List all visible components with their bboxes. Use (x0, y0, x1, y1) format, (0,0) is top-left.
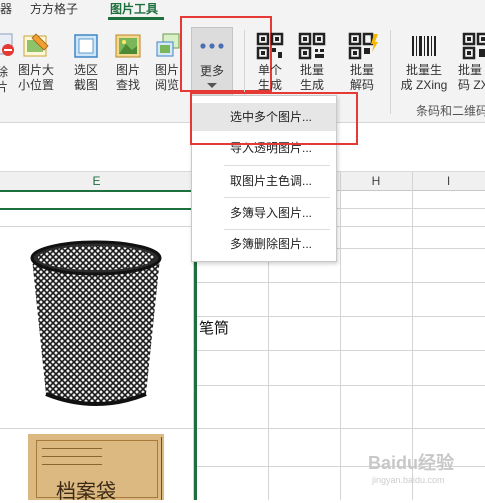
barcode-zxing-label-top: 批量生 (405, 63, 442, 77)
tab-fangfang[interactable]: 方方格子 (30, 1, 78, 17)
column-header-e[interactable]: E (0, 172, 193, 192)
selection-border-top (0, 208, 193, 210)
menu-separator (224, 197, 330, 198)
picture-find-label-bottom: 查找 (115, 78, 140, 92)
tab-picture-tools[interactable]: 图片工具 (110, 1, 158, 17)
grid-line (340, 172, 341, 500)
picture-find-label-top: 图片 (115, 63, 140, 77)
image-resize-handle[interactable] (161, 437, 162, 500)
grid-line (193, 316, 485, 317)
menu-item-multi-workbook-delete[interactable]: 多簿删除图片... (192, 230, 336, 258)
menu-item-picture-main-color[interactable]: 取图片主色调... (192, 167, 336, 195)
picture-edit-icon (23, 33, 49, 57)
barcode-zxing-label-bottom: 成 ZXing (400, 78, 448, 92)
column-header-e-label: E (92, 174, 101, 188)
barcode-group-label: 条码和二维码 (416, 104, 485, 118)
area-screenshot-label-bottom: 截图 (73, 78, 98, 92)
menu-item-highlight (190, 92, 358, 145)
file-bag-line (42, 448, 102, 449)
qr-zxing-label-bottom: 码 ZX (458, 78, 485, 92)
picture-size-position-button[interactable]: 图片大 小位置 (14, 30, 58, 96)
qr-batch-label-top: 批量 (299, 63, 324, 77)
grid-line (193, 385, 485, 386)
picture-browse-label-bottom: 阅览 (154, 78, 179, 92)
delete-picture-label-bottom: 片 (0, 80, 8, 94)
file-bag-line (42, 464, 102, 465)
grid-line (193, 282, 485, 283)
qr-batch-decode-button[interactable]: 批量 解码 (344, 30, 380, 96)
screenshot-icon (74, 34, 98, 58)
area-screenshot-button[interactable]: 选区 截图 (68, 30, 104, 96)
area-screenshot-label-top: 选区 (73, 63, 98, 77)
qr-decode-label-bottom: 解码 (349, 78, 374, 92)
cell-text-pen-holder: 笔筒 (199, 320, 230, 337)
column-header-h[interactable]: H (340, 172, 412, 191)
picture-size-label-top: 图片大 (17, 63, 54, 77)
qr-batch-label-bottom: 生成 (299, 78, 324, 92)
pen-holder-picture (30, 240, 162, 406)
selection-border-right (194, 226, 197, 500)
baidu-watermark: Baidu经验 jingyan.baidu.com (368, 452, 480, 492)
delete-picture-label-top: 除 (0, 65, 8, 79)
menu-separator (224, 165, 330, 166)
file-bag-image[interactable]: 档案袋 (28, 434, 164, 503)
qr-batch-zxing-button[interactable]: 批量 码 ZX (456, 30, 485, 96)
ribbon-group-divider (390, 30, 391, 114)
qr-single-generate-button[interactable]: 单个 生成 (252, 30, 288, 96)
column-header-h-label: H (371, 174, 381, 188)
watermark-text: Baidu经验 (368, 453, 455, 473)
barcode-icon (412, 36, 436, 56)
qr-batch-generate-button[interactable]: 批量 生成 (294, 30, 330, 96)
column-header-i[interactable]: I (412, 172, 485, 191)
qr-single-label-bottom: 生成 (257, 78, 282, 92)
watermark-subtext: jingyan.baidu.com (372, 475, 445, 485)
pen-holder-image[interactable] (26, 236, 166, 416)
qr-decode-label-top: 批量 (349, 63, 374, 77)
menu-item-multi-workbook-import[interactable]: 多簿导入图片... (192, 199, 336, 227)
grid-line (412, 172, 413, 500)
qr-code-icon (462, 32, 485, 60)
picture-browse-label-top: 图片 (154, 63, 179, 77)
tab-partial[interactable]: 器 (0, 1, 12, 17)
file-bag-title: 档案袋 (56, 479, 116, 503)
file-bag-line (42, 456, 102, 457)
picture-find-icon (115, 34, 141, 58)
column-header-i-label: I (446, 174, 451, 188)
barcode-batch-zxing-button[interactable]: 批量生 成 ZXing (398, 30, 450, 96)
grid-line (0, 428, 485, 429)
qr-code-icon (256, 32, 284, 60)
grid-line (193, 350, 485, 351)
qr-single-label-top: 单个 (257, 63, 282, 77)
qr-code-icon (298, 32, 326, 60)
picture-find-button[interactable]: 图片 查找 (110, 30, 146, 96)
qr-decode-icon (348, 32, 378, 60)
picture-browse-icon (156, 33, 180, 57)
picture-size-label-bottom: 小位置 (17, 78, 54, 92)
qr-zxing-label-top: 批量 (458, 63, 483, 77)
